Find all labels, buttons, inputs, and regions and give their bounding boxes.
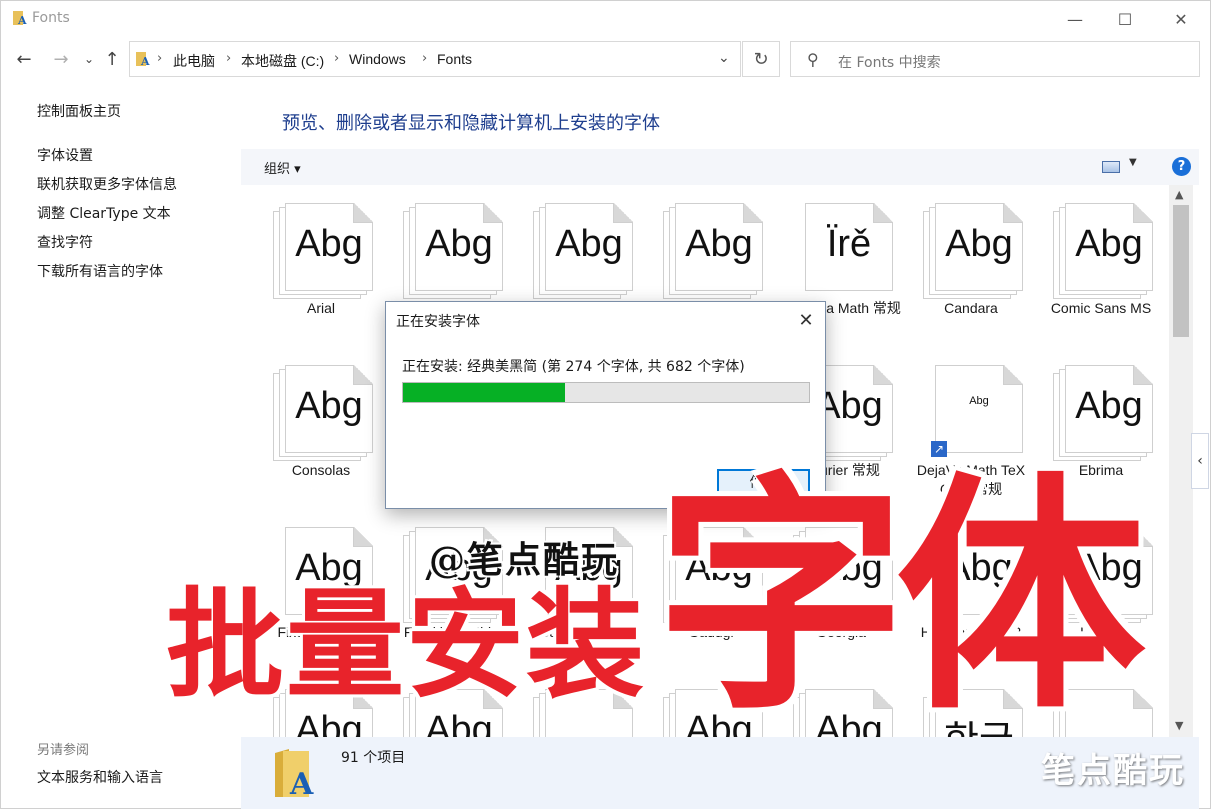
progress-fill: [403, 383, 566, 402]
find-character-link[interactable]: 查找字符: [37, 232, 93, 252]
search-box[interactable]: ⚲ 在 Fonts 中搜索: [790, 41, 1200, 77]
font-sample: Abg: [555, 223, 623, 265]
page-fold-icon: [743, 203, 763, 223]
vertical-scrollbar[interactable]: ▲ ▼: [1169, 185, 1193, 737]
back-button[interactable]: ←: [12, 47, 36, 71]
page-fold-icon: [1133, 689, 1153, 709]
fonts-window: A Fonts — ☐ ✕ ← → ⌄ ↑ A › 此电脑 › 本地磁盘 (C:…: [0, 0, 1211, 809]
install-status-text: 正在安装: 经典美黑简 (第 274 个字体, 共 682 个字体): [402, 359, 745, 375]
breadcrumb-separator-icon: ›: [157, 51, 163, 66]
item-count: 91 个项目: [341, 750, 406, 766]
page-fold-icon: [873, 203, 893, 223]
svg-text:A: A: [289, 767, 314, 799]
refresh-button[interactable]: ↻: [742, 41, 780, 77]
page-fold-icon: [353, 203, 373, 223]
font-name: Consolas: [291, 462, 351, 478]
change-view-icon[interactable]: [1102, 161, 1120, 173]
page-fold-icon: [1133, 203, 1153, 223]
page-fold-icon: [1133, 365, 1153, 385]
font-sample: Ïrě: [826, 223, 872, 265]
control-panel-home-link[interactable]: 控制面板主页: [37, 101, 121, 121]
minimize-button[interactable]: —: [1052, 1, 1098, 37]
font-tile[interactable]: Abg: [521, 187, 641, 307]
adjust-cleartype-link[interactable]: 调整 ClearType 文本: [37, 203, 171, 223]
font-name: Comic Sans MS: [1050, 300, 1152, 316]
breadcrumb-separator-icon: ›: [334, 51, 340, 66]
breadcrumb-windows[interactable]: Windows: [349, 51, 406, 67]
dialog-title: 正在安装字体: [396, 314, 480, 330]
font-sample: Abg: [969, 395, 989, 407]
install-progress-bar: [402, 382, 810, 403]
corner-watermark: 笔点酷玩: [1041, 751, 1185, 791]
close-button[interactable]: ✕: [1158, 1, 1204, 37]
up-button[interactable]: ↑: [100, 47, 124, 71]
page-fold-icon: [613, 203, 633, 223]
font-sample: Abg: [295, 385, 363, 427]
font-settings-link[interactable]: 字体设置: [37, 145, 93, 165]
breadcrumb-this-pc[interactable]: 此电脑: [173, 51, 215, 71]
see-also-heading: 另请参阅: [37, 743, 90, 758]
page-fold-icon: [1133, 527, 1153, 547]
breadcrumb-fonts[interactable]: Fonts: [437, 51, 472, 67]
font-name: Candara: [944, 300, 998, 316]
page-fold-icon: [1003, 365, 1023, 385]
maximize-button[interactable]: ☐: [1102, 1, 1148, 37]
help-button[interactable]: ?: [1172, 157, 1191, 176]
download-all-language-fonts-link[interactable]: 下载所有语言的字体: [37, 261, 163, 281]
command-bar: 组织 ▾ ▼ ?: [241, 149, 1199, 185]
svg-text:A: A: [17, 14, 27, 26]
page-fold-icon: [1003, 203, 1023, 223]
page-fold-icon: [353, 365, 373, 385]
fonts-folder-icon: A: [136, 52, 150, 67]
recent-locations-button[interactable]: ⌄: [77, 47, 101, 71]
breadcrumb-separator-icon: ›: [422, 51, 428, 66]
font-name: Arial: [306, 300, 335, 316]
font-tile[interactable]: Abg Comic Sans MS: [1041, 187, 1161, 316]
font-sample: Abg: [1075, 385, 1143, 427]
address-dropdown-icon[interactable]: ⌄: [718, 50, 730, 66]
title-bar: A Fonts — ☐ ✕: [1, 1, 1211, 37]
text-services-link[interactable]: 文本服务和输入语言: [37, 767, 163, 787]
page-fold-icon: [353, 527, 373, 547]
get-font-info-online-link[interactable]: 联机获取更多字体信息: [37, 174, 177, 194]
organize-menu[interactable]: 组织 ▾: [264, 158, 301, 177]
scrollbar-thumb[interactable]: [1173, 205, 1189, 337]
breadcrumb-separator-icon: ›: [226, 51, 232, 66]
caption-fonts: 字体: [656, 449, 1146, 743]
font-tile[interactable]: Abg: [391, 187, 511, 307]
font-tile[interactable]: Abg: [651, 187, 771, 307]
search-placeholder: 在 Fonts 中搜索: [838, 55, 941, 71]
svg-text:A: A: [140, 55, 150, 67]
font-tile[interactable]: Abg Candara: [911, 187, 1031, 316]
font-sample: Abg: [685, 223, 753, 265]
expand-preview-pane-button[interactable]: ‹: [1191, 433, 1209, 489]
fonts-folder-large-icon: A: [275, 749, 314, 799]
page-heading: 预览、删除或者显示和隐藏计算机上安装的字体: [282, 113, 660, 134]
font-sample: Abg: [425, 223, 493, 265]
caption-batch-install: 批量安装: [166, 576, 647, 714]
font-tile[interactable]: Abg Consolas: [261, 349, 381, 478]
scroll-up-icon[interactable]: ▲: [1175, 188, 1183, 201]
font-sample: Abg: [945, 223, 1013, 265]
fonts-folder-icon: A: [13, 11, 27, 26]
search-icon: ⚲: [807, 50, 819, 69]
font-tile[interactable]: Abg Arial: [261, 187, 381, 316]
forward-button[interactable]: →: [49, 47, 73, 71]
view-options-chevron-icon[interactable]: ▼: [1129, 157, 1137, 168]
dialog-close-button[interactable]: ✕: [792, 306, 820, 334]
scroll-down-icon[interactable]: ▼: [1175, 719, 1183, 732]
window-title: Fonts: [32, 10, 70, 26]
font-sample: Abg: [295, 223, 363, 265]
font-sample: Abg: [1075, 223, 1143, 265]
page-fold-icon: [873, 365, 893, 385]
address-bar[interactable]: A › 此电脑 › 本地磁盘 (C:) › Windows › Fonts ⌄: [129, 41, 741, 77]
page-fold-icon: [483, 203, 503, 223]
breadcrumb-local-disk[interactable]: 本地磁盘 (C:): [241, 51, 324, 71]
font-tile[interactable]: Ïrě Cambria Math 常规: [781, 187, 901, 316]
